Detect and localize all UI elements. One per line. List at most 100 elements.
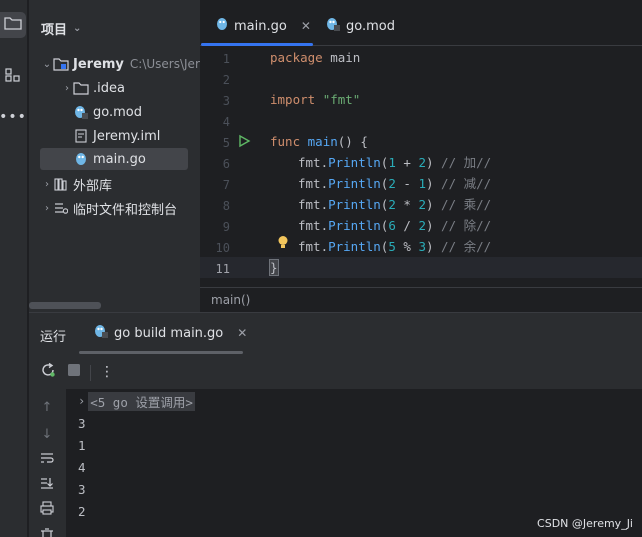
code-comment: // 减// xyxy=(441,176,492,191)
run-config-tab[interactable]: go build main.go ✕ xyxy=(94,324,247,342)
trash-icon xyxy=(40,527,54,537)
line-number: 8 xyxy=(222,199,230,213)
watermark: CSDN @Jeremy_Ji xyxy=(537,517,633,530)
line-number: 5 xyxy=(222,136,230,150)
code-operator: * xyxy=(403,197,411,212)
lightbulb-icon[interactable] xyxy=(277,235,289,254)
code-number: 2 xyxy=(418,197,426,212)
close-icon[interactable]: ✕ xyxy=(301,19,311,33)
project-panel: 项目 ⌄ ⌄ Jeremy C:\Users\Jer › .idea go.mo… xyxy=(29,0,200,312)
code-number: 2 xyxy=(418,155,426,170)
more-options-button[interactable]: ⋮ xyxy=(98,363,116,381)
code-comment: // 余// xyxy=(441,239,492,254)
chevron-down-icon[interactable]: ⌄ xyxy=(41,59,53,70)
print-button[interactable] xyxy=(38,501,56,519)
module-folder-icon xyxy=(53,56,69,72)
chevron-down-icon: ⌄ xyxy=(73,23,82,34)
code-operator: % xyxy=(403,239,411,254)
code-function: Println xyxy=(328,197,381,212)
more-tools-button[interactable]: ••• xyxy=(0,104,26,130)
gomod-icon xyxy=(326,17,340,35)
code-function: Println xyxy=(328,155,381,170)
code-line-10[interactable]: fmt.Println(5 % 3) // 余// xyxy=(298,236,491,257)
code-line-6[interactable]: fmt.Println(1 + 2) // 加// xyxy=(298,152,491,173)
stop-button[interactable] xyxy=(65,363,83,381)
console-output[interactable]: › <5 go 设置调用> 3 1 4 3 2 xyxy=(66,389,642,537)
run-gutter-icon[interactable] xyxy=(237,134,251,152)
code-keyword: package xyxy=(270,50,323,65)
code-number: 5 xyxy=(388,239,396,254)
arrow-down-icon: ↓ xyxy=(41,426,53,442)
structure-icon xyxy=(5,67,21,87)
tool-strip: ••• xyxy=(0,0,28,537)
console-output-line: 3 xyxy=(78,416,86,431)
code-operator: - xyxy=(403,176,411,191)
chevron-right-icon[interactable]: › xyxy=(41,203,53,214)
line-number: 9 xyxy=(222,220,230,234)
stop-icon xyxy=(68,364,80,380)
tree-item-iml[interactable]: Jeremy.iml xyxy=(73,125,160,147)
code-number: 1 xyxy=(388,155,396,170)
tree-item-gomod[interactable]: go.mod xyxy=(73,101,142,123)
tree-item-label: Jeremy xyxy=(73,56,124,72)
close-icon[interactable]: ✕ xyxy=(237,326,247,340)
code-line-5[interactable]: func main() { xyxy=(270,131,368,152)
tab-main-go[interactable]: main.go ✕ xyxy=(216,14,311,38)
project-tool-button[interactable] xyxy=(0,12,26,38)
code-line-7[interactable]: fmt.Println(2 - 1) // 减// xyxy=(298,173,491,194)
line-number: 7 xyxy=(222,178,230,192)
code-package: fmt xyxy=(298,176,321,191)
line-number: 4 xyxy=(222,115,230,129)
code-function: main xyxy=(307,134,338,149)
chevron-right-icon[interactable]: › xyxy=(61,83,73,94)
structure-tool-button[interactable] xyxy=(0,64,26,90)
chevron-right-icon[interactable]: › xyxy=(41,179,53,190)
breadcrumb-item[interactable]: main() xyxy=(211,293,250,307)
active-tab-indicator xyxy=(79,351,243,354)
tree-item-idea[interactable]: › .idea xyxy=(61,77,125,99)
tree-item-external-libs[interactable]: › 外部库 xyxy=(41,173,112,195)
folder-icon xyxy=(73,80,89,96)
code-line-1[interactable]: package main xyxy=(270,47,360,68)
tree-item-label: Jeremy.iml xyxy=(93,128,161,144)
run-tab-label: go build main.go xyxy=(114,325,224,341)
code-punct: () { xyxy=(337,134,368,149)
code-function: Println xyxy=(328,239,381,254)
current-line-highlight xyxy=(200,257,642,278)
line-number: 2 xyxy=(222,73,230,87)
code-line-11[interactable]: } xyxy=(269,257,279,278)
tab-label: go.mod xyxy=(346,18,395,34)
rerun-button[interactable] xyxy=(39,362,57,381)
run-panel-title: 运行 xyxy=(40,330,67,345)
more-horizontal-icon: ••• xyxy=(0,109,27,125)
code-line-3[interactable]: import "fmt" xyxy=(270,89,360,110)
tree-item-root[interactable]: ⌄ Jeremy C:\Users\Jer xyxy=(41,53,200,75)
print-icon xyxy=(40,501,54,519)
scroll-up-button[interactable]: ↑ xyxy=(38,398,56,416)
code-editor: main.go ✕ go.mod 1 2 3 4 5 6 7 8 9 10 11… xyxy=(200,0,642,312)
console-output-line: 1 xyxy=(78,438,86,453)
code-number: 2 xyxy=(418,218,426,233)
scroll-down-button[interactable]: ↓ xyxy=(38,425,56,443)
soft-wrap-button[interactable] xyxy=(38,451,56,469)
chevron-right-icon[interactable]: › xyxy=(78,394,85,408)
run-toolbar: ⋮ xyxy=(29,357,642,387)
scroll-to-end-button[interactable] xyxy=(38,476,56,494)
project-header[interactable]: 项目 ⌄ xyxy=(41,19,81,38)
tree-item-scratches[interactable]: › 临时文件和控制台 xyxy=(41,197,177,219)
breadcrumb[interactable]: main() xyxy=(200,287,642,312)
clear-all-button[interactable] xyxy=(38,526,56,537)
tree-item-label: go.mod xyxy=(93,104,142,120)
console-command: <5 go 设置调用> xyxy=(88,391,195,411)
tree-item-main-go[interactable]: main.go xyxy=(40,148,188,170)
tree-item-path: C:\Users\Jer xyxy=(129,57,200,71)
code-comment: // 除// xyxy=(441,218,492,233)
code-line-8[interactable]: fmt.Println(2 * 2) // 乘// xyxy=(298,194,491,215)
code-keyword: func xyxy=(270,134,301,149)
console-output-line: 3 xyxy=(78,482,86,497)
tab-go-mod[interactable]: go.mod xyxy=(326,14,395,38)
code-line-9[interactable]: fmt.Println(6 / 2) // 除// xyxy=(298,215,491,236)
project-horizontal-scrollbar[interactable] xyxy=(29,302,101,309)
console-command-line[interactable]: › <5 go 设置调用> xyxy=(78,391,195,411)
code-package: fmt xyxy=(298,155,321,170)
